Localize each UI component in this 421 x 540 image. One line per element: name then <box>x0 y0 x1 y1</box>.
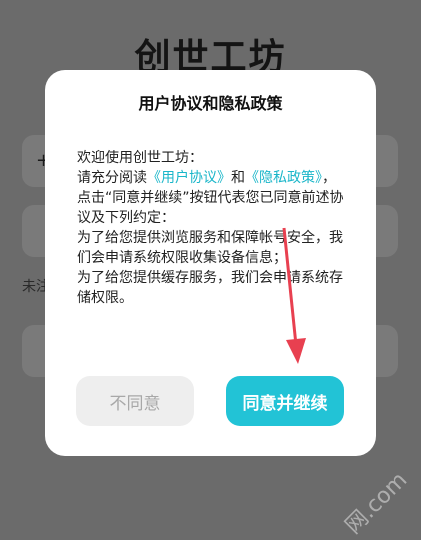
dialog-title: 用户协议和隐私政策 <box>138 94 283 113</box>
watermark-text: 网.com <box>340 467 413 540</box>
permission-storage-text: 为了给您提供缓存服务，我们会申请系统存储权限。 <box>77 270 343 306</box>
privacy-policy-link[interactable]: 《隐私政策》 <box>245 170 322 186</box>
welcome-text: 欢迎使用创世工坊： <box>77 150 203 166</box>
dialog-body: 欢迎使用创世工坊： 请充分阅读《用户协议》和《隐私政策》，点击“同意并继续”按钮… <box>77 148 349 308</box>
accept-continue-button[interactable]: 同意并继续 <box>226 376 344 426</box>
decline-button[interactable]: 不同意 <box>76 376 194 426</box>
read-prompt-text: 请充分阅读 <box>77 170 147 186</box>
and-text: 和 <box>231 170 245 186</box>
agreement-paragraph: 请充分阅读《用户协议》和《隐私政策》，点击“同意并继续”按钮代表您已同意前述协议… <box>77 168 349 228</box>
privacy-dialog: 用户协议和隐私政策 欢迎使用创世工坊： 请充分阅读《用户协议》和《隐私政策》，点… <box>45 70 376 456</box>
user-agreement-link[interactable]: 《用户协议》 <box>147 170 231 186</box>
permission-device-text: 为了给您提供浏览服务和保障帐号安全，我们会申请系统权限收集设备信息； <box>77 230 343 266</box>
